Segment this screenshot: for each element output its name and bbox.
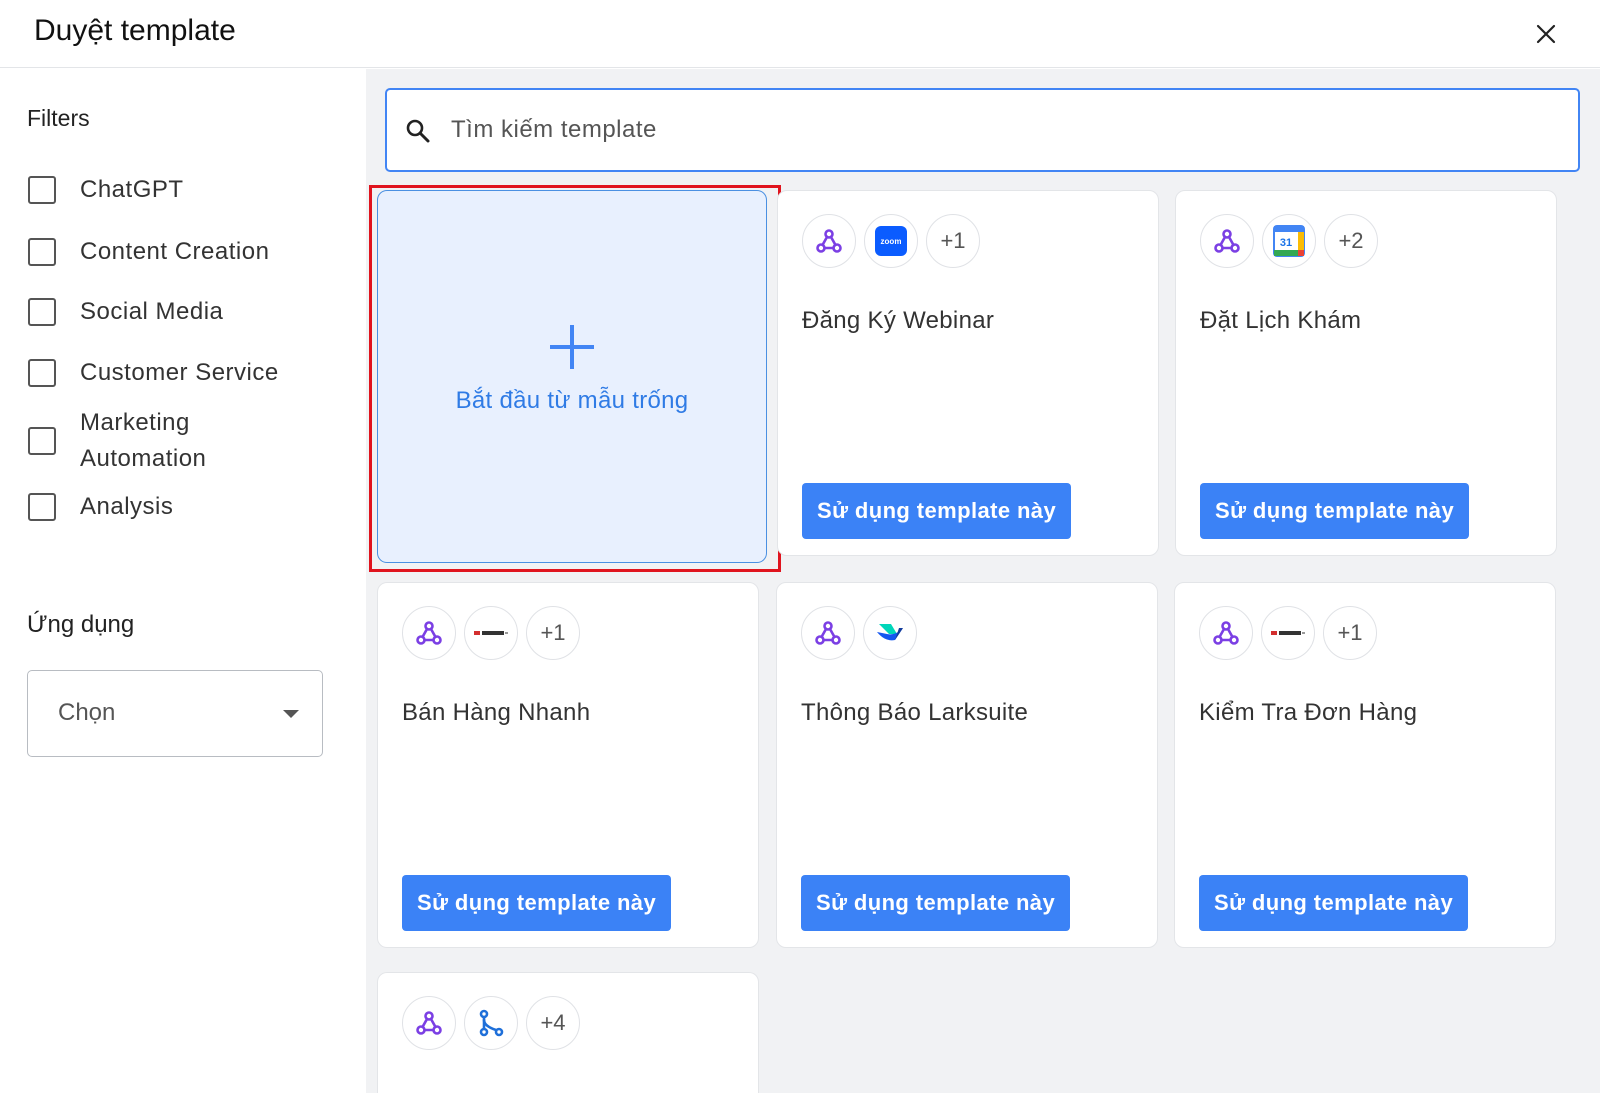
app-icons: +4	[402, 996, 580, 1050]
filter-marketing-automation[interactable]: Marketing Automation	[28, 405, 250, 477]
caret-down-icon	[283, 710, 299, 718]
more-apps-count: +1	[526, 606, 580, 660]
use-template-button[interactable]: Sử dụng template này	[1199, 875, 1469, 931]
checkbox[interactable]	[28, 359, 56, 387]
template-name: Thông Báo Larksuite	[801, 699, 1029, 726]
filter-label: Social Media	[80, 298, 224, 325]
search-icon	[406, 119, 430, 143]
filter-label: Marketing Automation	[80, 409, 207, 472]
google-calendar-icon: 31	[1262, 214, 1316, 268]
filter-label: ChatGPT	[80, 176, 184, 203]
app-icons	[801, 606, 917, 660]
filter-label: Customer Service	[80, 359, 279, 386]
more-apps-count: +2	[1324, 214, 1378, 268]
template-name: Kiểm Tra Đơn Hàng	[1199, 699, 1418, 726]
webhook-icon	[402, 996, 456, 1050]
template-card-order-check[interactable]: +1 Kiểm Tra Đơn Hàng Sử dụng template nà…	[1174, 582, 1556, 948]
webhook-icon	[1199, 606, 1253, 660]
use-template-button[interactable]: Sử dụng template này	[1200, 483, 1470, 539]
checkbox[interactable]	[28, 176, 56, 204]
filter-customer-service[interactable]: Customer Service	[28, 355, 279, 391]
template-name: Bán Hàng Nhanh	[402, 699, 591, 726]
zoom-icon: zoom	[864, 214, 918, 268]
use-template-button[interactable]: Sử dụng template này	[802, 483, 1072, 539]
calendar-day: 31	[1280, 237, 1292, 249]
template-name: Đăng Ký Webinar	[802, 307, 995, 334]
template-card-appointment[interactable]: 31 +2 Đặt Lịch Khám Sử dụng template này	[1175, 190, 1557, 556]
template-card-larksuite[interactable]: Thông Báo Larksuite Sử dụng template này	[776, 582, 1158, 948]
template-card-partial[interactable]: +4	[377, 972, 759, 1093]
template-card-webinar[interactable]: zoom +1 Đăng Ký Webinar Sử dụng template…	[777, 190, 1159, 556]
checkbox[interactable]	[28, 493, 56, 521]
nhanh-icon	[1261, 606, 1315, 660]
router-icon	[464, 996, 518, 1050]
dialog-header: Duyệt template	[0, 0, 1600, 68]
filters-title: Filters	[27, 105, 90, 131]
more-apps-count: +1	[926, 214, 980, 268]
filter-chatgpt[interactable]: ChatGPT	[28, 172, 184, 208]
webhook-icon	[802, 214, 856, 268]
filter-content-creation[interactable]: Content Creation	[28, 234, 269, 270]
apps-select-value: Chọn	[58, 699, 116, 726]
app-icons: +1	[402, 606, 580, 660]
blank-template-label: Bắt đầu từ mẫu trống	[455, 387, 689, 414]
webhook-icon	[1200, 214, 1254, 268]
filters-sidebar: Filters ChatGPT Content Creation Social …	[0, 69, 365, 1093]
larksuite-icon	[863, 606, 917, 660]
search-input[interactable]	[451, 108, 1551, 152]
template-card-quick-sale[interactable]: +1 Bán Hàng Nhanh Sử dụng template này	[377, 582, 759, 948]
search-box[interactable]	[385, 88, 1580, 172]
app-icons: 31 +2	[1200, 214, 1378, 268]
more-apps-count: +4	[526, 996, 580, 1050]
apps-title: Ứng dụng	[27, 611, 135, 638]
filter-label: Content Creation	[80, 238, 270, 265]
app-icons: zoom +1	[802, 214, 980, 268]
use-template-button[interactable]: Sử dụng template này	[402, 875, 672, 931]
checkbox[interactable]	[28, 298, 56, 326]
app-icons: +1	[1199, 606, 1377, 660]
webhook-icon	[402, 606, 456, 660]
checkbox[interactable]	[28, 427, 56, 455]
dialog-title: Duyệt template	[34, 14, 236, 47]
webhook-icon	[801, 606, 855, 660]
apps-select[interactable]: Chọn	[27, 670, 323, 757]
checkbox[interactable]	[28, 238, 56, 266]
more-apps-count: +1	[1323, 606, 1377, 660]
template-name: Đặt Lịch Khám	[1200, 307, 1362, 334]
zoom-logo: zoom	[875, 226, 907, 256]
plus-icon	[550, 325, 594, 369]
nhanh-icon	[464, 606, 518, 660]
close-icon[interactable]	[1528, 16, 1564, 52]
blank-template-card[interactable]: Bắt đầu từ mẫu trống	[377, 190, 767, 563]
filter-label: Analysis	[80, 493, 174, 520]
filter-analysis[interactable]: Analysis	[28, 489, 173, 525]
use-template-button[interactable]: Sử dụng template này	[801, 875, 1071, 931]
filter-social-media[interactable]: Social Media	[28, 294, 223, 330]
